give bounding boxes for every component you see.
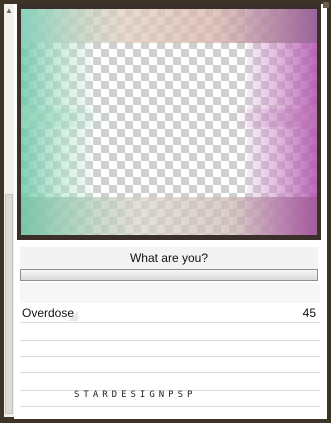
question-label: What are you? <box>20 247 318 269</box>
preview-mid-tint <box>21 109 317 127</box>
setting-label: Overdose <box>22 306 75 320</box>
window-corner <box>323 2 329 8</box>
preview-bottom-tint <box>21 197 317 235</box>
scroll-up-arrow-icon[interactable]: ▲ <box>5 6 13 16</box>
separator-band <box>20 283 320 303</box>
row-divider <box>20 322 320 323</box>
overdose-setting-row[interactable]: Overdose 45 <box>20 303 320 323</box>
progress-bar-fill <box>21 270 317 280</box>
row-divider <box>20 406 320 407</box>
scroll-thumb[interactable] <box>5 194 13 414</box>
image-preview <box>21 9 317 235</box>
row-divider <box>20 372 320 373</box>
row-divider <box>20 340 320 341</box>
settings-panel: What are you? Overdose 45 STARDESIGNPSP <box>14 4 327 419</box>
setting-value: 45 <box>302 306 316 320</box>
row-divider <box>20 356 320 357</box>
progress-bar <box>20 269 318 281</box>
slider-wedge[interactable] <box>68 311 78 321</box>
preview-frame <box>17 4 321 240</box>
preview-top-tint <box>21 9 317 43</box>
watermark-text: STARDESIGNPSP <box>74 390 197 400</box>
